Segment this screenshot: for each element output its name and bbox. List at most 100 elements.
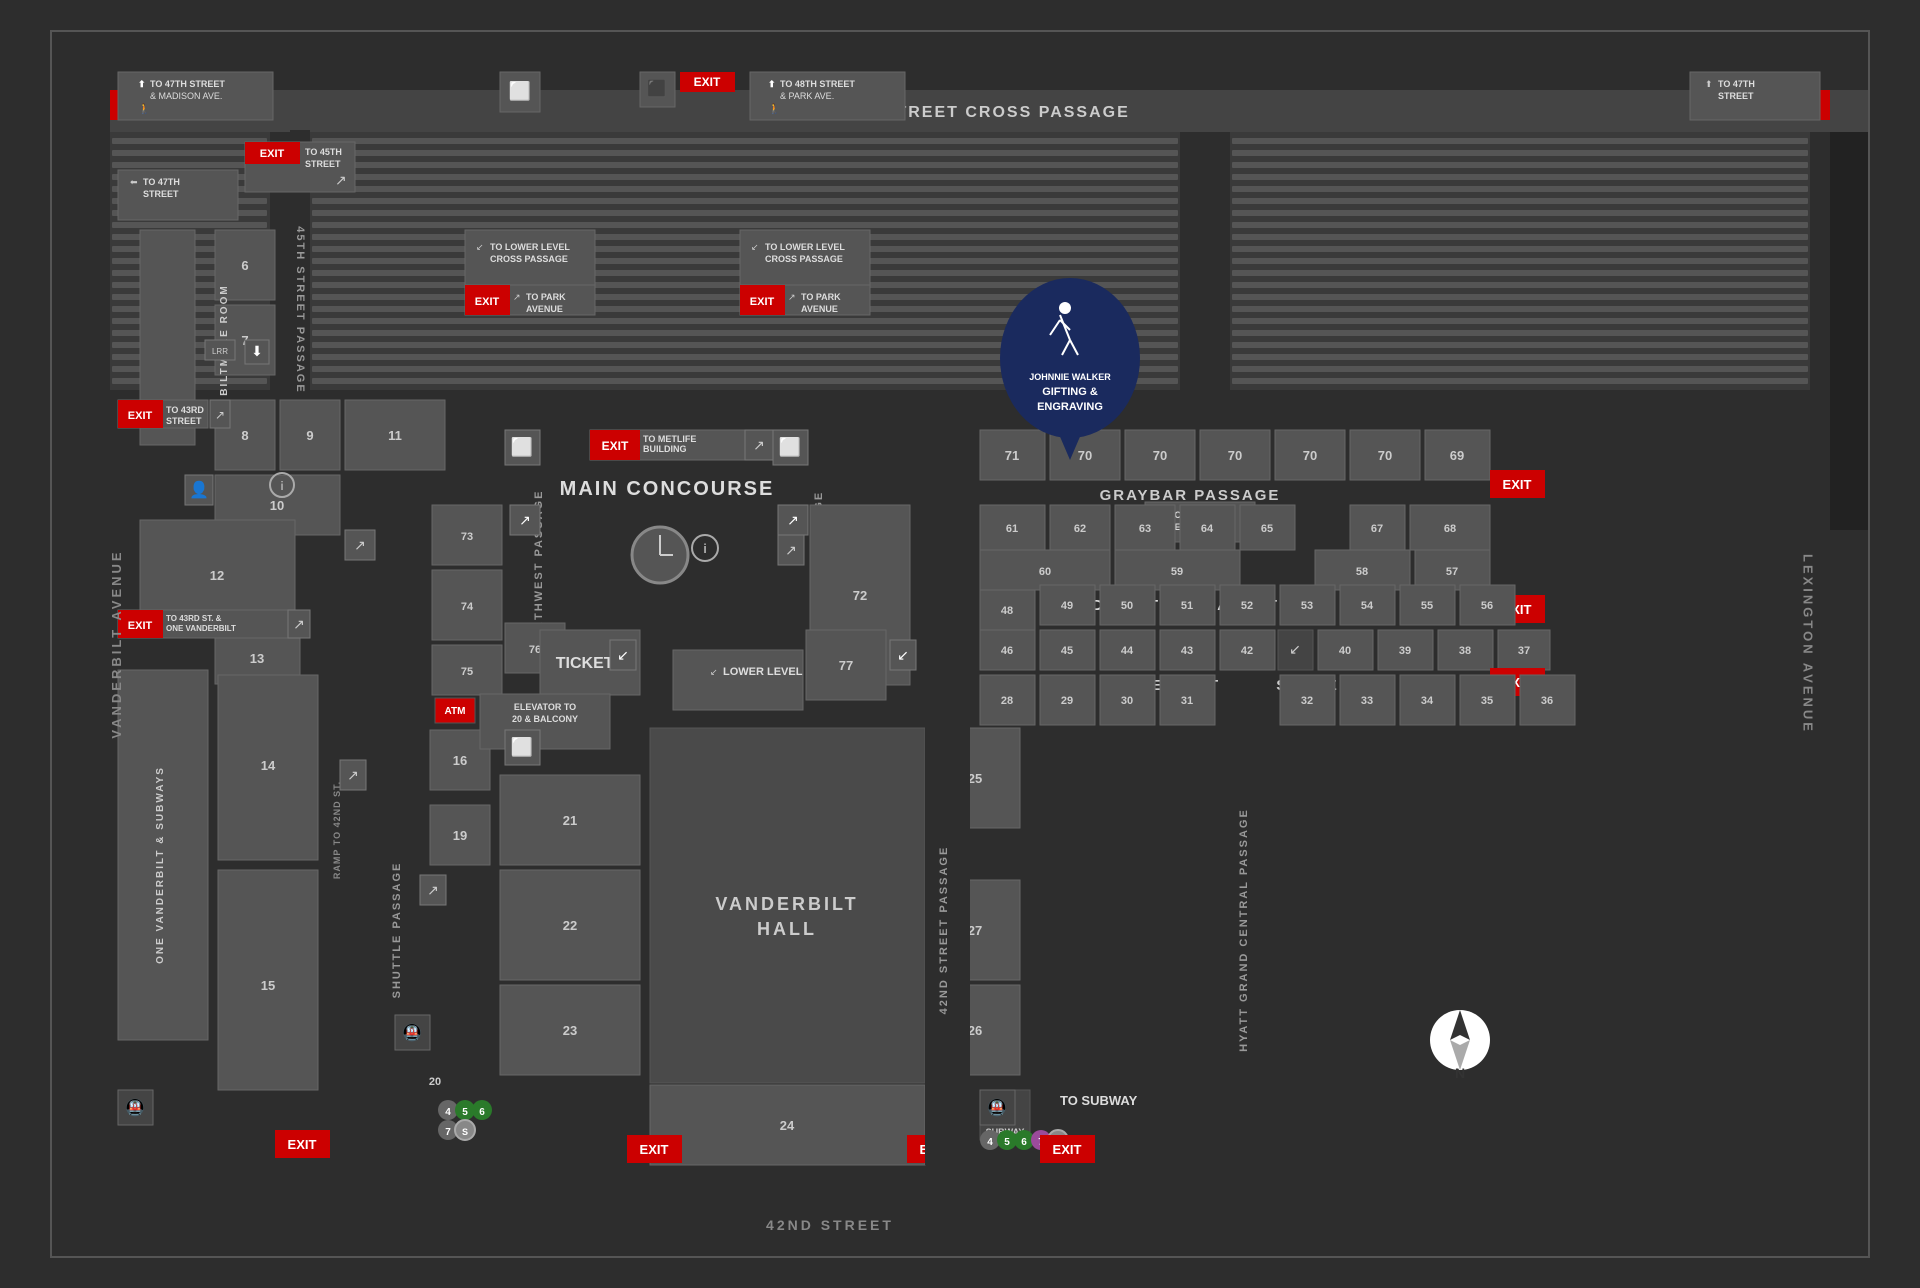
- svg-text:67: 67: [1371, 523, 1383, 535]
- svg-text:↗: ↗: [215, 408, 225, 422]
- svg-text:👤: 👤: [189, 480, 209, 499]
- svg-text:TO PARK: TO PARK: [526, 292, 566, 302]
- svg-text:70: 70: [1078, 448, 1092, 463]
- svg-text:EXIT: EXIT: [640, 1142, 669, 1157]
- svg-text:12: 12: [210, 568, 224, 583]
- map-container: VANDERBILT AVENUE LEXINGTON AVENUE: [0, 0, 1920, 1288]
- svg-text:65: 65: [1261, 523, 1273, 535]
- svg-text:6: 6: [479, 1107, 485, 1118]
- svg-text:i: i: [280, 479, 283, 493]
- svg-text:71: 71: [1005, 448, 1019, 463]
- svg-text:58: 58: [1356, 566, 1368, 578]
- svg-text:22: 22: [563, 918, 577, 933]
- svg-text:TO LOWER LEVEL: TO LOWER LEVEL: [490, 242, 570, 252]
- svg-text:ONE VANDERBILT: ONE VANDERBILT: [166, 624, 236, 633]
- svg-text:10: 10: [270, 498, 284, 513]
- svg-text:⬜: ⬜: [511, 436, 533, 457]
- svg-text:🚇: 🚇: [987, 1098, 1007, 1117]
- svg-text:29: 29: [1061, 695, 1073, 707]
- svg-text:63: 63: [1139, 523, 1151, 535]
- svg-text:24: 24: [780, 1118, 795, 1133]
- svg-text:RAMP TO 42ND ST.: RAMP TO 42ND ST.: [332, 781, 342, 879]
- svg-text:39: 39: [1399, 645, 1411, 657]
- svg-text:35: 35: [1481, 695, 1493, 707]
- svg-text:↗: ↗: [785, 542, 797, 558]
- svg-text:70: 70: [1303, 448, 1317, 463]
- svg-text:TO 47TH STREET: TO 47TH STREET: [150, 79, 225, 89]
- svg-text:↗: ↗: [354, 537, 366, 553]
- svg-text:CROSS PASSAGE: CROSS PASSAGE: [490, 254, 568, 264]
- svg-text:ELEVATOR TO: ELEVATOR TO: [514, 702, 576, 712]
- svg-text:8: 8: [241, 428, 248, 443]
- svg-text:TO 45TH: TO 45TH: [305, 147, 342, 157]
- svg-text:69: 69: [1450, 448, 1464, 463]
- svg-text:57: 57: [1446, 566, 1458, 578]
- svg-text:49: 49: [1061, 600, 1073, 612]
- svg-text:TO 47TH: TO 47TH: [1718, 79, 1755, 89]
- svg-text:↗: ↗: [347, 767, 359, 783]
- svg-text:14: 14: [261, 758, 276, 773]
- svg-text:CROSS PASSAGE: CROSS PASSAGE: [765, 254, 843, 264]
- svg-text:EXIT: EXIT: [1503, 477, 1532, 492]
- svg-text:7: 7: [445, 1127, 451, 1138]
- svg-text:33: 33: [1361, 695, 1373, 707]
- svg-text:55: 55: [1421, 600, 1433, 612]
- svg-text:↙: ↙: [617, 647, 629, 663]
- svg-text:TO SUBWAY: TO SUBWAY: [1060, 1093, 1138, 1108]
- svg-text:TO 43RD: TO 43RD: [166, 405, 204, 415]
- svg-text:TO 48TH STREET: TO 48TH STREET: [780, 79, 855, 89]
- svg-text:13: 13: [250, 651, 264, 666]
- svg-text:51: 51: [1181, 600, 1193, 612]
- svg-text:48: 48: [1001, 605, 1013, 617]
- svg-text:23: 23: [563, 1023, 577, 1038]
- map-svg: 47TH STREET CROSS PASSAGE EXIT ⬆ TO 47TH…: [50, 30, 1870, 1258]
- svg-text:EXIT: EXIT: [750, 296, 775, 308]
- svg-text:↙: ↙: [897, 647, 909, 663]
- svg-text:VANDERBILT: VANDERBILT: [715, 894, 858, 914]
- svg-text:73: 73: [461, 531, 473, 543]
- svg-text:↗: ↗: [513, 292, 521, 302]
- svg-text:⬆: ⬆: [1705, 79, 1713, 89]
- svg-text:EXIT: EXIT: [1053, 1142, 1082, 1157]
- svg-text:6: 6: [241, 258, 248, 273]
- svg-text:↙: ↙: [1289, 641, 1301, 657]
- svg-text:76: 76: [529, 644, 541, 656]
- svg-text:& MADISON AVE.: & MADISON AVE.: [150, 91, 222, 101]
- svg-text:75: 75: [461, 666, 473, 678]
- svg-text:EXIT: EXIT: [288, 1137, 317, 1152]
- svg-text:70: 70: [1153, 448, 1167, 463]
- svg-text:60: 60: [1039, 566, 1051, 578]
- svg-text:68: 68: [1444, 523, 1456, 535]
- svg-text:19: 19: [453, 828, 467, 843]
- svg-text:↗: ↗: [335, 172, 347, 188]
- svg-text:↗: ↗: [788, 292, 796, 302]
- svg-text:↗: ↗: [293, 616, 305, 632]
- svg-text:HALL: HALL: [757, 919, 817, 939]
- svg-text:4: 4: [987, 1137, 993, 1148]
- svg-text:11: 11: [388, 428, 402, 443]
- svg-text:GIFTING &: GIFTING &: [1042, 386, 1098, 398]
- svg-text:5: 5: [462, 1107, 468, 1118]
- svg-text:53: 53: [1301, 600, 1313, 612]
- svg-text:TO METLIFE: TO METLIFE: [643, 434, 696, 444]
- svg-text:31: 31: [1181, 695, 1193, 707]
- svg-text:EXIT: EXIT: [602, 439, 629, 453]
- svg-text:JOHNNIE WALKER: JOHNNIE WALKER: [1029, 372, 1111, 382]
- svg-text:15: 15: [261, 978, 275, 993]
- svg-text:72: 72: [853, 588, 867, 603]
- svg-text:↙: ↙: [710, 667, 718, 677]
- svg-text:🚶: 🚶: [138, 102, 150, 115]
- svg-text:30: 30: [1121, 695, 1133, 707]
- svg-text:↗: ↗: [427, 882, 439, 898]
- svg-text:16: 16: [453, 753, 467, 768]
- svg-text:62: 62: [1074, 523, 1086, 535]
- svg-text:64: 64: [1201, 523, 1214, 535]
- svg-text:36: 36: [1541, 695, 1553, 707]
- svg-text:42ND STREET PASSAGE: 42ND STREET PASSAGE: [938, 846, 950, 1015]
- svg-text:59: 59: [1171, 566, 1183, 578]
- svg-text:ONE VANDERBILT & SUBWAYS: ONE VANDERBILT & SUBWAYS: [155, 766, 166, 964]
- svg-text:MAIN CONCOURSE: MAIN CONCOURSE: [560, 478, 775, 500]
- svg-text:EXIT: EXIT: [260, 148, 285, 160]
- svg-text:4: 4: [445, 1107, 451, 1118]
- svg-text:N: N: [1455, 1065, 1465, 1081]
